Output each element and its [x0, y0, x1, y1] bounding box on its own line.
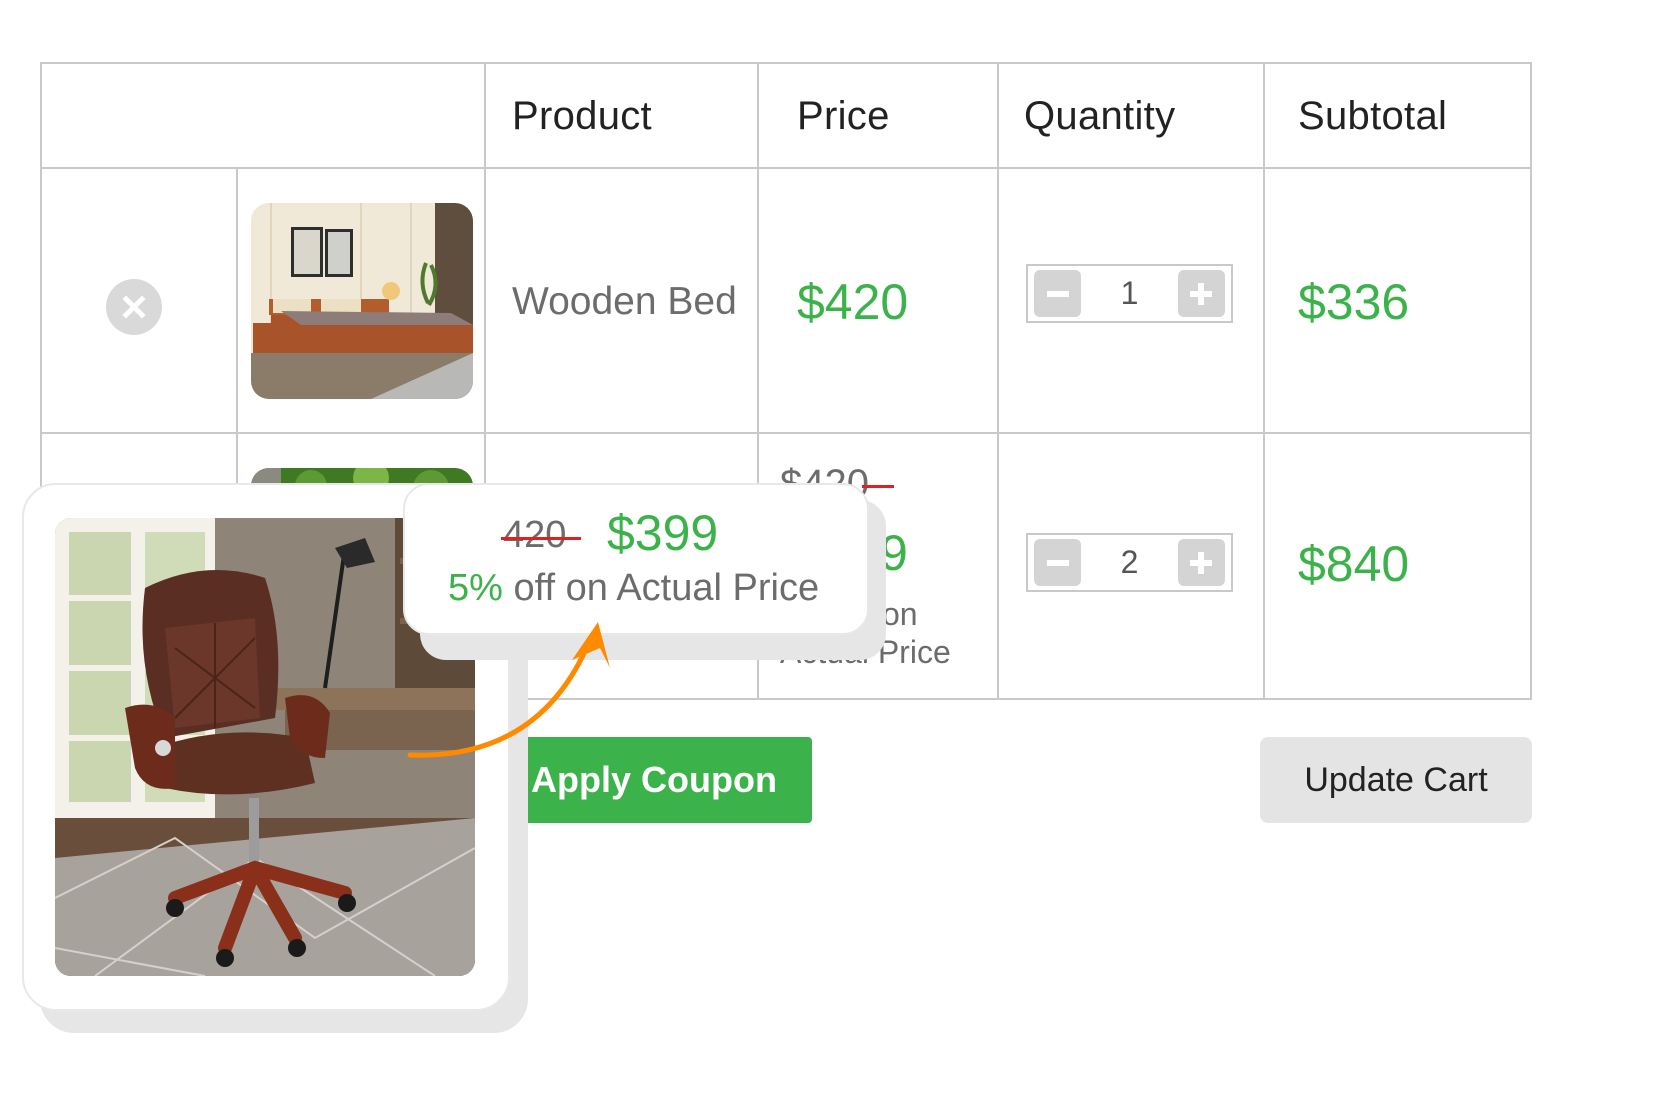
callout-old-price: 420 — [503, 514, 567, 556]
strikethrough — [862, 485, 894, 488]
row-divider — [42, 432, 1530, 434]
quantity-stepper: 2 — [1026, 533, 1233, 592]
discount-percent: 5% — [448, 567, 503, 609]
discount-note: on — [882, 596, 918, 632]
remove-item-button[interactable] — [106, 279, 162, 335]
quantity-stepper: 1 — [1026, 264, 1233, 323]
header-price: Price — [797, 93, 890, 138]
close-icon — [122, 295, 146, 319]
col-divider — [1263, 64, 1265, 698]
header-subtotal: Subtotal — [1298, 93, 1448, 138]
apply-coupon-button[interactable]: Apply Coupon — [496, 737, 812, 823]
callout-discount-line: 5% off on Actual Price — [448, 567, 819, 610]
update-cart-button[interactable]: Update Cart — [1260, 737, 1532, 823]
product-name[interactable]: Wooden Bed — [512, 274, 737, 330]
minus-icon — [1046, 290, 1069, 297]
minus-icon — [1046, 559, 1069, 566]
callout-strikethrough — [501, 537, 581, 540]
decrement-button[interactable] — [1034, 270, 1081, 317]
col-divider — [997, 64, 999, 698]
header-product: Product — [512, 93, 652, 138]
discount-text: off on Actual Price — [502, 567, 820, 609]
callout-new-price: $399 — [607, 505, 719, 561]
plus-icon — [1190, 282, 1213, 305]
quantity-value[interactable]: 1 — [1121, 275, 1139, 312]
wooden-bed-photo — [251, 203, 473, 399]
quantity-value[interactable]: 2 — [1121, 544, 1139, 581]
increment-button[interactable] — [1177, 270, 1225, 317]
plus-icon — [1190, 551, 1213, 574]
wooden-bed-thumbnail[interactable] — [251, 203, 473, 399]
decrement-button[interactable] — [1034, 539, 1081, 586]
product-price: $420 — [797, 274, 909, 330]
header-quantity: Quantity — [1024, 93, 1176, 138]
row-subtotal: $336 — [1298, 274, 1410, 330]
row-subtotal: $840 — [1298, 536, 1410, 592]
increment-button[interactable] — [1177, 539, 1225, 586]
